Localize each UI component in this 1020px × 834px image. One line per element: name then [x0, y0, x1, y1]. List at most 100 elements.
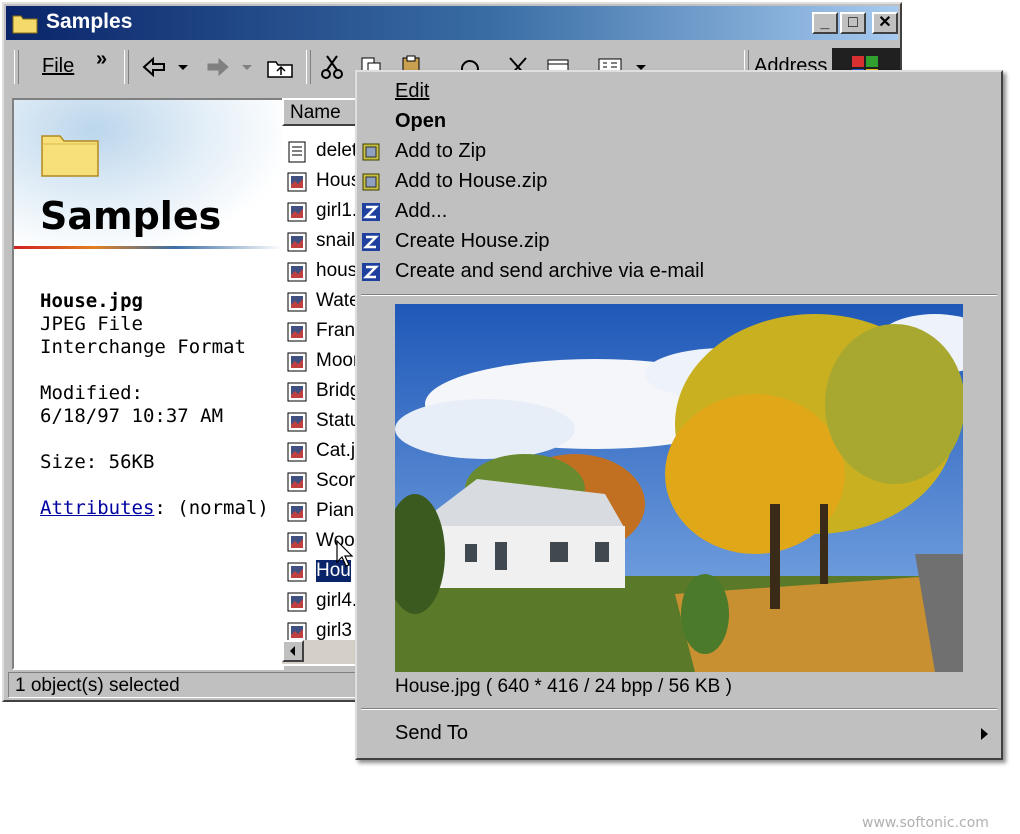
large-folder-icon	[41, 135, 99, 177]
column-header-name[interactable]: Name	[282, 98, 362, 126]
dropdown-arrow-icon[interactable]	[240, 54, 254, 80]
toolbar-grip[interactable]	[14, 50, 19, 84]
image-file-icon	[287, 442, 307, 462]
up-folder-icon[interactable]	[266, 54, 294, 80]
file-name: Hous	[316, 170, 361, 191]
file-list-item[interactable]: Cat.jp	[286, 438, 362, 466]
file-menu[interactable]: File	[42, 55, 74, 78]
maximize-button[interactable]: □	[840, 12, 866, 34]
menu-item-edit[interactable]: Edit	[357, 76, 1001, 106]
zip-archive-icon	[362, 143, 380, 161]
status-text: 1 object(s) selected	[15, 675, 180, 696]
file-list-item[interactable]: Wate	[286, 288, 362, 316]
menu-item-label: Add to House.zip	[395, 170, 548, 192]
file-name: Statu	[316, 410, 361, 431]
back-arrow-icon[interactable]	[140, 54, 168, 80]
file-list-item[interactable]: Bridg	[286, 378, 362, 406]
file-list-item[interactable]: Franc	[286, 318, 362, 346]
image-file-icon	[287, 562, 307, 582]
scroll-left-button[interactable]	[282, 640, 304, 662]
preview-caption: House.jpg ( 640 * 416 / 24 bpp / 56 KB )	[395, 676, 732, 697]
status-cell: 1 object(s) selected	[8, 672, 358, 698]
file-type-line-2: Interchange Format	[40, 336, 246, 358]
image-file-icon	[287, 532, 307, 552]
window-title: Samples	[46, 10, 133, 33]
image-file-icon	[287, 172, 307, 192]
folder-icon	[12, 15, 38, 34]
menu-item-label: Add...	[395, 200, 448, 222]
modified-label: Modified:	[40, 382, 143, 404]
horizontal-scrollbar[interactable]	[282, 640, 362, 664]
file-name: girl1.	[316, 200, 358, 221]
file-name: girl3	[316, 620, 352, 641]
menu-item-open[interactable]: Open	[357, 106, 1001, 136]
attributes-row: Attributes: (normal)	[40, 497, 269, 519]
image-file-icon	[287, 502, 307, 522]
menu-item-add[interactable]: Add...	[357, 196, 1001, 226]
file-list-item[interactable]: Statu	[286, 408, 362, 436]
file-menu-label: File	[42, 55, 75, 77]
attributes-link[interactable]: Attributes	[40, 497, 154, 519]
close-button[interactable]: ✕	[872, 12, 898, 34]
cut-icon[interactable]	[318, 54, 346, 80]
watermark: www.softonic.com	[862, 815, 989, 831]
image-file-icon	[287, 232, 307, 252]
toolbar-chevron[interactable]: »	[96, 48, 107, 71]
image-preview	[395, 304, 963, 672]
image-file-icon	[287, 382, 307, 402]
menu-item-label: Create House.zip	[395, 230, 550, 252]
file-list-item[interactable]: Moor	[286, 348, 362, 376]
menu-item-create-house-zip[interactable]: Create House.zip	[357, 226, 1001, 256]
file-name: Scor	[316, 470, 356, 491]
web-view-info-pane: Samples House.jpg JPEG File Interchange …	[12, 98, 284, 670]
image-file-icon	[287, 472, 307, 492]
file-type-line-1: JPEG File	[40, 313, 143, 335]
dropdown-arrow-icon[interactable]	[176, 54, 190, 80]
image-file-icon	[287, 352, 307, 372]
menu-separator	[361, 708, 997, 710]
toolbar-separator	[306, 50, 311, 84]
file-name: Moor	[316, 350, 360, 371]
file-list-item[interactable]: Pian	[286, 498, 362, 526]
image-file-icon	[287, 412, 307, 432]
file-list[interactable]: Name delet Hous girl1. snail hous Wate Franc Mo…	[282, 98, 362, 666]
file-name: snail	[316, 230, 356, 251]
image-file-icon	[287, 322, 307, 342]
file-list-item[interactable]: Hous	[286, 168, 362, 196]
menu-item-add-to-zip[interactable]: Add to Zip	[357, 136, 1001, 166]
minimize-button[interactable]: _	[812, 12, 838, 34]
text-file-icon	[288, 141, 306, 163]
column-header-label: Name	[290, 102, 341, 123]
house-photo-thumbnail	[395, 304, 963, 672]
context-menu: Edit Open Add to Zip Add to House.zip Ad…	[355, 70, 1003, 760]
menu-item-label: Open	[395, 110, 447, 132]
winzip-z-icon	[362, 233, 380, 251]
toolbar-grip[interactable]	[124, 50, 129, 84]
image-file-icon	[287, 292, 307, 312]
menu-separator	[361, 294, 997, 296]
file-list-item[interactable]: Scor	[286, 468, 362, 496]
file-name: Wate	[316, 290, 360, 311]
file-name: delet	[316, 140, 358, 161]
file-name: girl4.	[316, 590, 358, 611]
menu-item-label: Edit	[395, 80, 430, 102]
file-list-item[interactable]: girl1.	[286, 198, 362, 226]
image-file-icon	[287, 202, 307, 222]
menu-item-create-and-send[interactable]: Create and send archive via e-mail	[357, 256, 1001, 286]
file-list-item[interactable]: hous	[286, 258, 362, 286]
file-name: hous	[316, 260, 358, 281]
image-file-icon	[287, 592, 307, 612]
file-list-item[interactable]: snail	[286, 228, 362, 256]
zip-archive-icon	[362, 173, 380, 191]
file-list-item[interactable]: delet	[286, 138, 362, 166]
forward-arrow-icon[interactable]	[204, 54, 232, 80]
winzip-z-icon	[362, 263, 380, 281]
file-list-item[interactable]: girl4.	[286, 588, 362, 616]
modified-value: 6/18/97 10:37 AM	[40, 405, 224, 427]
menu-item-send-to[interactable]: Send To	[357, 718, 1001, 748]
attributes-value: : (normal)	[154, 497, 269, 519]
title-bar[interactable]: Samples _ □ ✕	[6, 6, 898, 40]
submenu-arrow-icon	[981, 728, 988, 740]
menu-item-label: Send To	[395, 722, 469, 744]
menu-item-add-to-house-zip[interactable]: Add to House.zip	[357, 166, 1001, 196]
